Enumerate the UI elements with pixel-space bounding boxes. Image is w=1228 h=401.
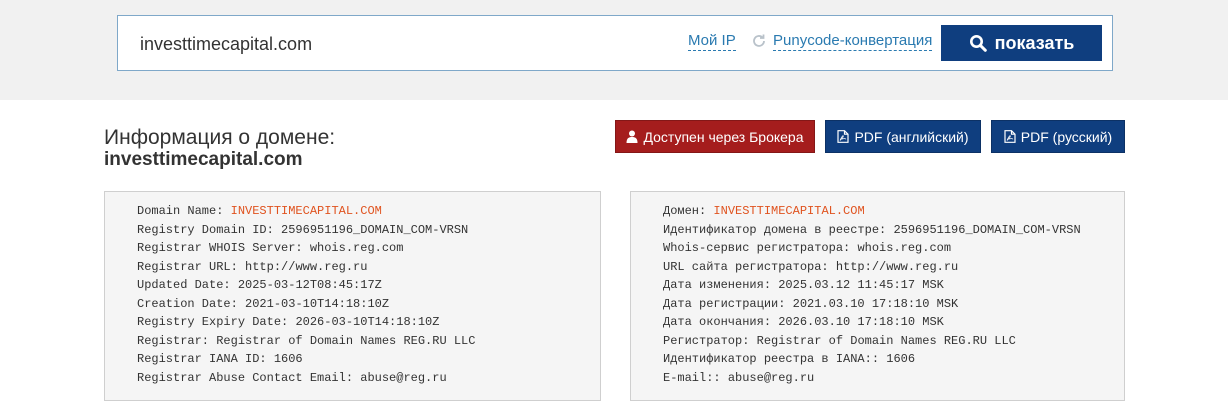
pdf-english-label: PDF (английский) (854, 128, 969, 145)
whois-record-value: INVESTTIMECAPITAL.COM (230, 204, 382, 218)
search-band: Мой IP Punycode-конвертация показать (0, 0, 1228, 100)
whois-record-value: 2025-03-12T08:45:17Z (237, 278, 382, 292)
whois-record: Дата изменения: 2025.03.12 11:45:17 MSK (663, 276, 1124, 295)
whois-record-value: whois.reg.com (309, 241, 404, 255)
whois-record-value: 2596951196_DOMAIN_COM-VRSN (281, 222, 469, 237)
whois-record-label: Whois-сервис регистратора: (663, 241, 858, 255)
whois-record-value: Registrar of Domain Names REG.RU LLC (756, 333, 1016, 348)
whois-record: Registrar URL: http://www.reg.ru (137, 258, 600, 277)
show-button-label: показать (994, 32, 1075, 53)
whois-record-label: Идентификатор реестра в IANA:: (663, 352, 887, 366)
domain-title: investtimecapital.com (104, 149, 303, 170)
broker-button[interactable]: Доступен через Брокера (615, 120, 815, 153)
whois-record-label: Creation Date: (137, 296, 246, 311)
whois-record-value: Registrar of Domain Names REG.RU LLC (216, 333, 476, 348)
whois-record-label: Registrar Abuse Contact Email: (137, 370, 361, 385)
pdf-russian-button[interactable]: PDF (русский) (991, 120, 1125, 153)
whois-russian-list: Домен: INVESTTIMECAPITAL.COM Идентификато… (631, 192, 1124, 387)
whois-record-value: 2021.03.10 17:18:10 MSK (792, 296, 959, 311)
whois-record-value: 2026-03-10T14:18:10Z (295, 315, 440, 329)
whois-record-value: 1606 (886, 352, 916, 366)
whois-record-label: Registrar URL: (137, 259, 246, 274)
whois-record-value: 2026.03.10 17:18:10 MSK (778, 315, 944, 329)
whois-record: Registrar Abuse Contact Email: abuse@reg… (137, 369, 600, 388)
pdf-file-icon (837, 130, 850, 143)
whois-record-label: Registry Expiry Date: (137, 315, 296, 329)
whois-english-list: Domain Name: INVESTTIMECAPITAL.COM Regist… (105, 192, 600, 387)
broker-button-label: Доступен через Брокера (643, 128, 804, 145)
whois-record: Registry Expiry Date: 2026-03-10T14:18:1… (137, 313, 600, 332)
pdf-file-icon (1004, 130, 1016, 143)
whois-record: Идентификатор реестра в IANA:: 1606 (663, 350, 1124, 369)
whois-record-value: 1606 (273, 352, 303, 366)
whois-record-label: Дата изменения: (663, 278, 779, 292)
whois-russian-panel: Домен: INVESTTIMECAPITAL.COM Идентификато… (630, 191, 1125, 401)
pdf-english-button[interactable]: PDF (английский) (825, 120, 981, 153)
whois-record-label: Registrar: (137, 333, 217, 348)
whois-record-label: Дата регистрации: (663, 296, 793, 311)
user-icon (626, 130, 638, 143)
whois-record-value: abuse@reg.ru (360, 370, 447, 385)
whois-record: Домен: INVESTTIMECAPITAL.COM (663, 202, 1124, 221)
whois-record: Creation Date: 2021-03-10T14:18:10Z (137, 295, 600, 314)
whois-record: Updated Date: 2025-03-12T08:45:17Z (137, 276, 600, 295)
my-ip-link[interactable]: Мой IP (688, 32, 736, 51)
whois-record-label: Домен: (663, 204, 714, 218)
whois-record-label: E-mail:: (663, 370, 728, 385)
refresh-icon (753, 34, 765, 47)
whois-record-label: Registrar IANA ID: (137, 352, 274, 366)
whois-record-label: Updated Date: (137, 278, 238, 292)
whois-record-label: Domain Name: (137, 204, 231, 218)
search-icon (969, 35, 987, 52)
whois-english-panel: Domain Name: INVESTTIMECAPITAL.COM Regist… (104, 191, 601, 401)
show-button[interactable]: показать (941, 25, 1102, 61)
whois-record-value: abuse@reg.ru (727, 370, 815, 385)
domain-search-input[interactable] (140, 30, 660, 58)
whois-record: URL сайта регистратора: http://www.reg.r… (663, 258, 1124, 277)
punycode-conversion-link[interactable]: Punycode-конвертация (773, 32, 933, 51)
whois-record: Domain Name: INVESTTIMECAPITAL.COM (137, 202, 600, 221)
search-box: Мой IP Punycode-конвертация показать (117, 15, 1113, 71)
whois-record: Дата окончания: 2026.03.10 17:18:10 MSK (663, 313, 1124, 332)
whois-record: Registry Domain ID: 2596951196_DOMAIN_CO… (137, 221, 600, 240)
whois-record: Registrar: Registrar of Domain Names REG… (137, 332, 600, 351)
whois-record-value: 2021-03-10T14:18:10Z (245, 296, 390, 311)
whois-record-label: Регистратор: (663, 333, 757, 348)
whois-record-value: INVESTTIMECAPITAL.COM (713, 204, 865, 218)
whois-record-label: Registry Domain ID: (137, 222, 282, 237)
page-title: Информация о домене: (104, 126, 336, 149)
whois-record-label: URL сайта регистратора: (663, 259, 836, 274)
whois-record: Registrar WHOIS Server: whois.reg.com (137, 239, 600, 258)
whois-record-value: whois.reg.com (857, 241, 952, 255)
pdf-russian-label: PDF (русский) (1020, 128, 1113, 145)
whois-record-label: Дата окончания: (663, 315, 779, 329)
whois-record-value: http://www.reg.ru (835, 259, 959, 274)
whois-record: Whois-сервис регистратора: whois.reg.com (663, 239, 1124, 258)
whois-record: Регистратор: Registrar of Domain Names R… (663, 332, 1124, 351)
whois-record: Registrar IANA ID: 1606 (137, 350, 600, 369)
whois-record-label: Registrar WHOIS Server: (137, 241, 310, 255)
whois-record-value: http://www.reg.ru (245, 259, 368, 274)
whois-record: E-mail:: abuse@reg.ru (663, 369, 1124, 388)
whois-record-value: 2596951196_DOMAIN_COM-VRSN (893, 222, 1081, 237)
whois-record: Идентификатор домена в реестре: 25969511… (663, 221, 1124, 240)
whois-record-value: 2025.03.12 11:45:17 MSK (778, 278, 944, 292)
whois-record-label: Идентификатор домена в реестре: (663, 222, 894, 237)
whois-record: Дата регистрации: 2021.03.10 17:18:10 MS… (663, 295, 1124, 314)
